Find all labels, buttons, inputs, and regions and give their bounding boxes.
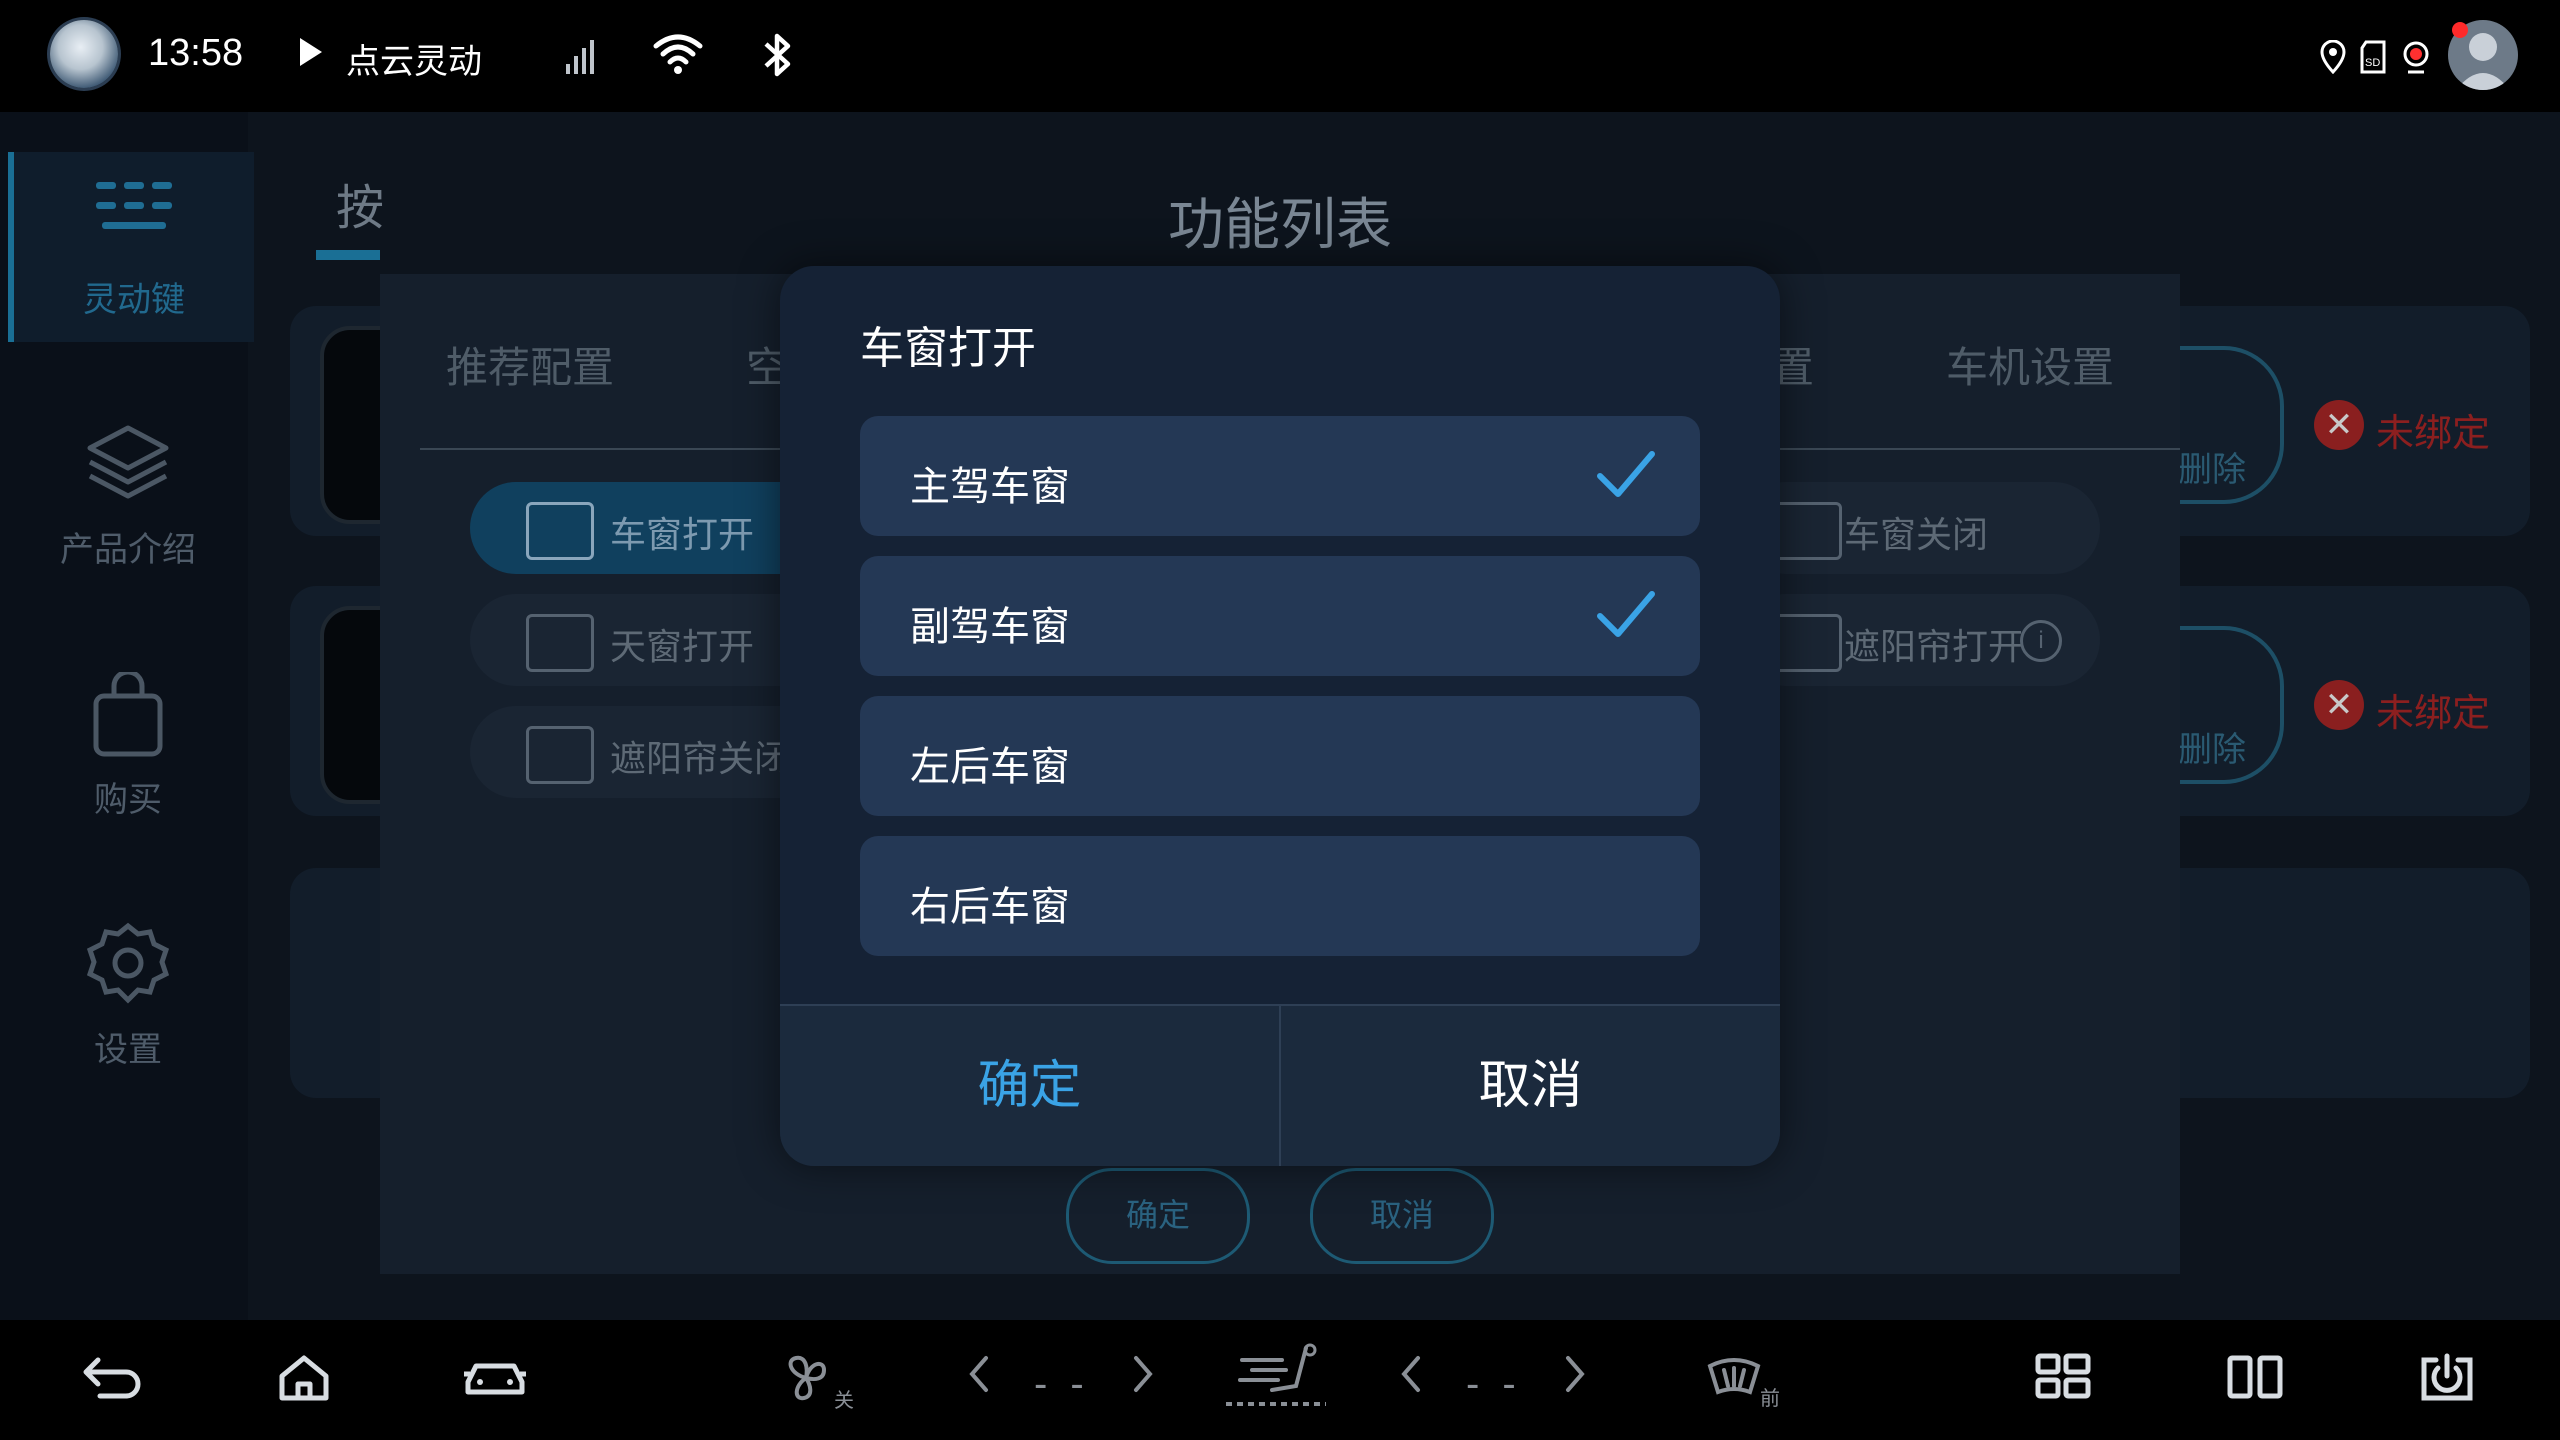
chip-window-close[interactable]: 车窗关闭 [1740, 482, 2100, 574]
option-rear-right-window[interactable]: 右后车窗 [860, 836, 1700, 956]
sunroof-icon [526, 614, 594, 672]
unbound-icon: ✕ [2314, 400, 2364, 450]
chip-sunshade-close[interactable]: 遮阳帘关闭 [470, 706, 830, 798]
panel-cancel-button[interactable]: 取消 [1310, 1168, 1494, 1264]
unbound-icon: ✕ [2314, 680, 2364, 730]
cancel-button[interactable]: 取消 [1281, 1006, 1780, 1166]
unbound-status: 未绑定 [2376, 693, 2491, 735]
option-label: 左后车窗 [910, 745, 1070, 789]
option-rear-left-window[interactable]: 左后车窗 [860, 696, 1700, 816]
left-temp-display: - - [1034, 1362, 1090, 1406]
sunshade-icon [526, 726, 594, 784]
right-temp-display: - - [1466, 1362, 1522, 1406]
defrost-label: 前 [1760, 1388, 1780, 1410]
sidebar-item-purchase[interactable]: 购买 [8, 652, 248, 842]
chip-sunshade-open[interactable]: 遮阳帘打开 i [1740, 594, 2100, 686]
sd-card-icon: SD [2358, 40, 2388, 74]
notification-dot [2452, 22, 2468, 38]
app-grid-icon[interactable] [2034, 1352, 2092, 1407]
sidebar-item-label: 产品介绍 [60, 531, 196, 569]
fan-state-label: 关 [834, 1390, 854, 1412]
wifi-icon [652, 32, 704, 76]
delete-label: 删除 [2178, 451, 2246, 489]
checkmark-icon [1596, 586, 1656, 647]
function-list-title: 功能列表 [1168, 193, 1392, 256]
sidebar-item-lingdong-key[interactable]: 灵动键 [8, 152, 254, 342]
window-select-dialog: 车窗打开 主驾车窗 副驾车窗 左后车窗 右后车窗 确定 取消 [780, 266, 1780, 1166]
sidebar-item-product-intro[interactable]: 产品介绍 [8, 402, 248, 592]
tab-buttons[interactable]: 按 [336, 168, 384, 238]
panel-confirm-button[interactable]: 确定 [1066, 1168, 1250, 1264]
record-icon [2400, 40, 2432, 74]
signal-icon [566, 34, 602, 74]
svg-text:SD: SD [2365, 57, 2380, 69]
option-driver-window[interactable]: 主驾车窗 [860, 416, 1700, 536]
car-icon[interactable] [462, 1352, 528, 1409]
sunshade-icon [1774, 614, 1842, 672]
clock: 13:58 [148, 32, 244, 74]
layers-icon [87, 425, 169, 499]
home-orb-icon[interactable] [50, 20, 118, 88]
fan-icon[interactable] [780, 1352, 840, 1413]
gear-icon [86, 922, 170, 1004]
play-icon[interactable] [300, 38, 322, 66]
power-icon[interactable] [2418, 1352, 2476, 1409]
tab-head-unit-settings[interactable]: 车机设置 [1946, 334, 2114, 395]
dialog-title: 车窗打开 [860, 324, 1036, 373]
unbound-status: 未绑定 [2376, 413, 2491, 455]
option-label: 右后车窗 [910, 885, 1070, 929]
now-playing-label[interactable]: 点云灵动 [346, 34, 482, 83]
back-icon[interactable] [80, 1352, 142, 1407]
tab-underline [316, 250, 380, 260]
sidebar-item-label: 购买 [94, 781, 162, 819]
keypad-icon [96, 182, 172, 229]
temp-right-decrease-icon[interactable] [1398, 1352, 1424, 1401]
chip-sunroof-open[interactable]: 天窗打开 [470, 594, 830, 686]
shopping-bag-icon [93, 672, 163, 757]
window-icon [1774, 502, 1842, 560]
sidebar-item-settings[interactable]: 设置 [8, 902, 248, 1092]
home-icon[interactable] [276, 1352, 332, 1409]
bluetooth-icon [758, 30, 798, 80]
delete-label: 删除 [2178, 731, 2246, 769]
option-label: 主驾车窗 [910, 465, 1070, 509]
temp-left-increase-icon[interactable] [1130, 1352, 1156, 1401]
option-passenger-window[interactable]: 副驾车窗 [860, 556, 1700, 676]
front-defrost-icon[interactable] [1704, 1352, 1764, 1413]
sidebar: 灵动键 产品介绍 购买 设置 [0, 112, 254, 1320]
temp-left-decrease-icon[interactable] [966, 1352, 992, 1401]
confirm-button[interactable]: 确定 [780, 1006, 1279, 1166]
sidebar-item-label: 设置 [94, 1031, 162, 1069]
tab-recommended[interactable]: 推荐配置 [446, 334, 614, 395]
location-icon [2318, 40, 2348, 74]
checkmark-icon [1596, 446, 1656, 507]
sidebar-item-label: 灵动键 [83, 281, 185, 319]
temp-right-increase-icon[interactable] [1562, 1352, 1588, 1401]
window-icon [526, 502, 594, 560]
split-screen-icon[interactable] [2226, 1352, 2284, 1407]
info-icon[interactable]: i [2020, 620, 2062, 662]
seat-airflow-icon[interactable] [1222, 1342, 1332, 1417]
option-label: 副驾车窗 [910, 605, 1070, 649]
chip-window-open[interactable]: 车窗打开 [470, 482, 830, 574]
